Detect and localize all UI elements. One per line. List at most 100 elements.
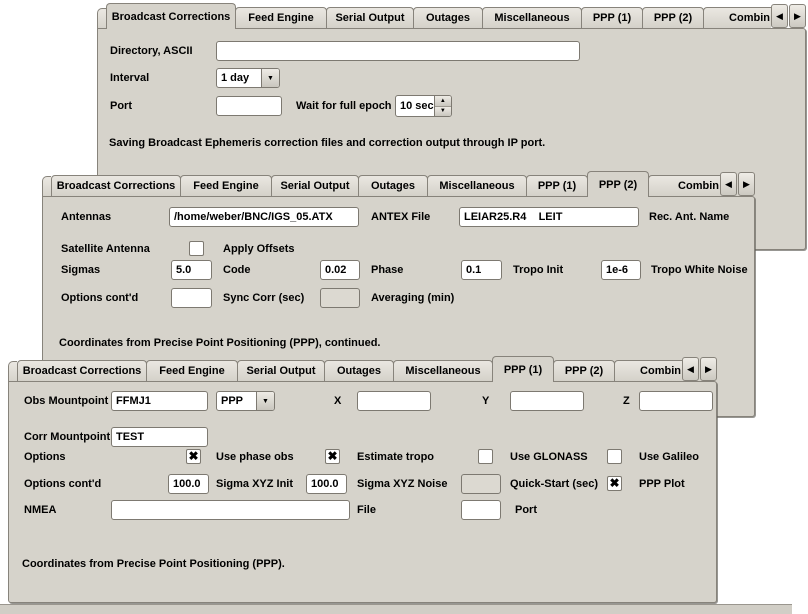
use-phase-obs-label: Use phase obs	[216, 447, 294, 467]
sync-corr-input[interactable]	[171, 288, 212, 308]
tab-bar: Broadcast Corrections Feed Engine Serial…	[8, 355, 717, 381]
caret-left-icon: ◀	[725, 179, 732, 190]
x-label: X	[334, 391, 341, 411]
caret-right-icon: ▶	[794, 11, 801, 22]
obs-mountpoint-input[interactable]	[111, 391, 208, 411]
wait-epoch-spinbox[interactable]: 10 sec ▲ ▼	[395, 95, 452, 117]
rec-ant-name-input[interactable]	[459, 207, 639, 227]
tab-combination[interactable]: Combin	[614, 360, 682, 381]
tab-ppp-2[interactable]: PPP (2)	[553, 360, 615, 381]
satellite-antenna-label: Satellite Antenna	[61, 239, 150, 259]
options-label: Options	[24, 447, 66, 467]
estimate-tropo-checkbox[interactable]: ✖	[325, 449, 340, 464]
tab-outages[interactable]: Outages	[358, 175, 428, 196]
ppp-plot-checkbox[interactable]: ✖	[607, 476, 622, 491]
tab-ppp-1[interactable]: PPP (1)	[581, 7, 643, 28]
options-contd-label: Options cont'd	[61, 288, 138, 308]
tab-ppp-2[interactable]: PPP (2)	[642, 7, 704, 28]
wait-epoch-label: Wait for full epoch	[296, 96, 392, 116]
satellite-antenna-checkbox[interactable]	[189, 241, 204, 256]
tab-ppp-2[interactable]: PPP (2)	[587, 171, 649, 197]
tab-scroll-left-button[interactable]: ◀	[771, 4, 788, 28]
tab-broadcast-corrections[interactable]: Broadcast Corrections	[106, 3, 236, 29]
caret-left-icon: ◀	[776, 11, 783, 22]
tab-miscellaneous[interactable]: Miscellaneous	[482, 7, 582, 28]
tab-serial-output[interactable]: Serial Output	[237, 360, 325, 381]
nmea-file-input[interactable]	[111, 500, 350, 520]
tab-scroll-left-button[interactable]: ◀	[682, 357, 699, 381]
tab-combination[interactable]: Combin	[703, 7, 771, 28]
tab-outages[interactable]: Outages	[413, 7, 483, 28]
tab-scroll-right-button[interactable]: ▶	[789, 4, 806, 28]
tab-scroll-buttons: ◀ ▶	[681, 357, 717, 381]
z-input[interactable]	[639, 391, 713, 411]
tab-feed-engine[interactable]: Feed Engine	[146, 360, 238, 381]
tab-scroll-right-button[interactable]: ▶	[700, 357, 717, 381]
tab-outages[interactable]: Outages	[324, 360, 394, 381]
quick-start-input-disabled	[461, 474, 501, 494]
tab-scroll-left-button[interactable]: ◀	[720, 172, 737, 196]
directory-ascii-label: Directory, ASCII	[110, 41, 193, 61]
sigma-xyz-init-input[interactable]	[168, 474, 209, 494]
sigma-phase-input[interactable]	[320, 260, 360, 280]
tab-broadcast-corrections[interactable]: Broadcast Corrections	[17, 360, 147, 381]
tab-scroll-right-button[interactable]: ▶	[738, 172, 755, 196]
use-galileo-label: Use Galileo	[639, 447, 699, 467]
nmea-port-input[interactable]	[461, 500, 501, 520]
tropo-init-input[interactable]	[461, 260, 502, 280]
caret-right-icon: ▶	[743, 179, 750, 190]
averaging-label: Averaging (min)	[371, 288, 454, 308]
tab-serial-output[interactable]: Serial Output	[326, 7, 414, 28]
sync-corr-label: Sync Corr (sec)	[223, 288, 304, 308]
antex-file-input[interactable]	[169, 207, 359, 227]
panel-description: Coordinates from Precise Point Positioni…	[22, 554, 285, 574]
clipped-tab-sliver	[42, 176, 51, 196]
nmea-label: NMEA	[24, 500, 56, 520]
sigma-code-input[interactable]	[171, 260, 212, 280]
tab-combination[interactable]: Combin	[648, 175, 720, 196]
options-contd-label: Options cont'd	[24, 474, 101, 494]
tropo-white-noise-input[interactable]	[601, 260, 641, 280]
use-galileo-checkbox[interactable]	[607, 449, 622, 464]
ppp-mode-value: PPP	[217, 392, 256, 410]
tab-miscellaneous[interactable]: Miscellaneous	[393, 360, 493, 381]
ppp-mode-combobox[interactable]: PPP ▼	[216, 391, 275, 411]
spin-up-icon[interactable]: ▲	[435, 96, 451, 107]
port-label: Port	[110, 96, 132, 116]
z-label: Z	[623, 391, 630, 411]
tab-bar: Broadcast Corrections Feed Engine Serial…	[97, 2, 806, 28]
use-glonass-label: Use GLONASS	[510, 447, 588, 467]
tab-feed-engine[interactable]: Feed Engine	[235, 7, 327, 28]
clipped-tab-sliver	[97, 8, 106, 28]
sigma-xyz-noise-input[interactable]	[306, 474, 347, 494]
estimate-tropo-label: Estimate tropo	[357, 447, 434, 467]
tab-feed-engine[interactable]: Feed Engine	[180, 175, 272, 196]
spin-down-icon[interactable]: ▼	[435, 107, 451, 117]
averaging-input-disabled	[320, 288, 360, 308]
port-input[interactable]	[216, 96, 282, 116]
x-input[interactable]	[357, 391, 431, 411]
tab-ppp-1[interactable]: PPP (1)	[492, 356, 554, 382]
interval-combobox[interactable]: 1 day ▼	[216, 68, 280, 88]
rec-ant-name-label: Rec. Ant. Name	[649, 207, 729, 227]
interval-value: 1 day	[217, 69, 261, 87]
tab-ppp-1[interactable]: PPP (1)	[526, 175, 588, 196]
apply-offsets-label: Apply Offsets	[223, 239, 295, 259]
y-input[interactable]	[510, 391, 584, 411]
directory-ascii-input[interactable]	[216, 41, 580, 61]
panel-description: Saving Broadcast Ephemeris correction fi…	[109, 133, 545, 153]
ppp1-panel: Obs Mountpoint PPP ▼ X Y Z Corr Mountpoi…	[8, 381, 717, 603]
tab-miscellaneous[interactable]: Miscellaneous	[427, 175, 527, 196]
tab-serial-output[interactable]: Serial Output	[271, 175, 359, 196]
panel-description: Coordinates from Precise Point Positioni…	[59, 333, 380, 353]
corr-mountpoint-input[interactable]	[111, 427, 208, 447]
interval-label: Interval	[110, 68, 149, 88]
dropdown-arrow-icon[interactable]: ▼	[261, 69, 279, 87]
sigma-xyz-init-label: Sigma XYZ Init	[216, 474, 293, 494]
use-glonass-checkbox[interactable]	[478, 449, 493, 464]
use-phase-obs-checkbox[interactable]: ✖	[186, 449, 201, 464]
tab-broadcast-corrections[interactable]: Broadcast Corrections	[51, 175, 181, 196]
antex-file-label: ANTEX File	[371, 207, 430, 227]
obs-mountpoint-label: Obs Mountpoint	[24, 391, 108, 411]
dropdown-arrow-icon[interactable]: ▼	[256, 392, 274, 410]
